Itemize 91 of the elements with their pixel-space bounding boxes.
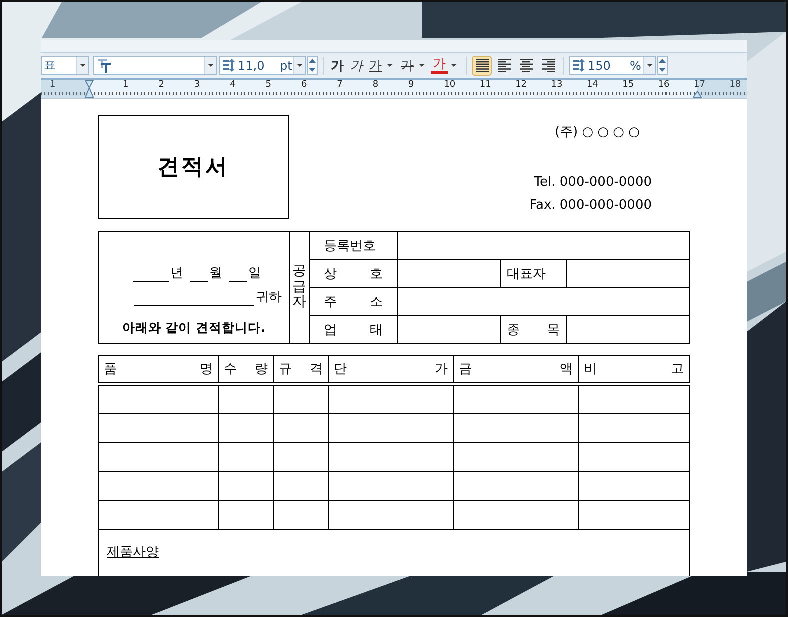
dropdown-button[interactable] (293, 57, 305, 74)
ruler-number: 9 (408, 80, 416, 91)
addressee-label: 귀하 (256, 289, 282, 306)
column-header: 수 량 (218, 356, 274, 384)
table-cell (274, 500, 328, 529)
line-height-icon (223, 59, 235, 72)
style-dropdown[interactable]: 표 (41, 56, 89, 75)
down-arrow-icon (309, 68, 316, 72)
ruler-number: 14 (586, 80, 600, 91)
caret-icon (387, 64, 393, 67)
format-button[interactable]: 가 (431, 58, 448, 74)
dropdown-button[interactable] (204, 57, 216, 74)
table-cell (218, 413, 274, 442)
table-cell (218, 500, 274, 529)
ruler-number: 15 (622, 80, 636, 91)
align-center-icon (520, 58, 532, 72)
column-header: 비 고 (578, 356, 690, 384)
ruler-number: 17 (694, 80, 706, 91)
align-justify-button[interactable] (472, 56, 492, 76)
font-size-field[interactable]: 11,0 pt (219, 56, 306, 75)
format-button[interactable]: 가 (329, 56, 346, 74)
caret-icon (451, 64, 457, 67)
caret-icon (296, 64, 302, 67)
line-spacing-field[interactable]: 150 % (569, 56, 656, 75)
table-cell (218, 442, 274, 471)
table-cell (274, 442, 328, 471)
table-cell: 종 목 (500, 316, 566, 344)
unit-label: % (630, 58, 642, 72)
table-cell (274, 384, 328, 413)
ruler-number: 10 (444, 80, 457, 91)
format-button[interactable]: 가 (348, 56, 365, 74)
ruler-number: 6 (301, 80, 308, 91)
column-header: 단 가 (328, 356, 454, 384)
format-button[interactable]: 가 (367, 56, 384, 74)
up-arrow-icon (309, 59, 316, 64)
up-arrow-icon (659, 59, 666, 64)
table-cell: 업 태 (310, 316, 398, 344)
column-header: 금 액 (454, 356, 578, 384)
table-cell: 대표자 (500, 260, 566, 288)
ruler-number: 3 (194, 80, 202, 91)
align-right-icon (542, 58, 554, 72)
ruler-number: 11 (480, 80, 492, 91)
down-arrow-icon (659, 68, 666, 72)
combo-value: 150 (587, 58, 612, 72)
phone-text: Tel. 000-000-0000 (534, 174, 652, 192)
fax-text: Fax. 000-000-0000 (530, 197, 652, 215)
ruler-number: 4 (230, 80, 237, 91)
ruler-number: 1 (123, 80, 130, 91)
format-button[interactable]: 가 (399, 56, 416, 74)
unit-label: pt (280, 58, 293, 72)
align-left-icon (498, 58, 510, 72)
column-header: 품 명 (98, 356, 218, 384)
date-label: 일 (248, 265, 262, 282)
caret-icon (419, 64, 425, 67)
ruler-number: 7 (337, 80, 344, 91)
spinner[interactable] (657, 56, 668, 75)
ruler-number: 16 (658, 80, 671, 91)
date-label: 년 (170, 265, 184, 282)
date-label: 월 (210, 265, 222, 282)
document-title: 견적서 (158, 154, 230, 182)
dropdown-button[interactable] (643, 57, 655, 74)
ruler-number: 2 (158, 80, 166, 91)
font-icon (98, 58, 112, 72)
indent-marker-icon (85, 80, 94, 98)
combo-value: 표 (43, 57, 57, 74)
caret-icon (80, 64, 86, 67)
spinner[interactable] (307, 56, 318, 75)
statement-text: 아래와 같이 견적합니다. (121, 320, 267, 337)
table-cell: 주 소 (310, 288, 398, 316)
table-cell (218, 471, 274, 500)
caret-icon (646, 64, 652, 67)
combo-value: 11,0 (237, 58, 266, 72)
table-cell (274, 413, 328, 442)
column-header: 규 격 (274, 356, 328, 384)
caret-icon (208, 64, 214, 67)
line-spacing-icon (573, 59, 585, 72)
table-cell (274, 471, 328, 500)
ruler-number: 1 (50, 80, 57, 91)
table-cell: 상 호 (310, 260, 398, 288)
ruler-number: 13 (551, 80, 564, 91)
ruler-number: 8 (372, 80, 380, 91)
company-name: (주) ○ ○ ○ ○ (554, 124, 640, 141)
notes-label: 제품사양 (107, 544, 159, 560)
ruler-number: 18 (730, 80, 742, 91)
supplier-heading: 공급자 (292, 264, 306, 311)
ruler-number: 5 (266, 80, 272, 91)
table-cell (218, 384, 274, 413)
dropdown-button[interactable] (76, 57, 88, 74)
align-justify-icon (476, 58, 488, 72)
ruler-number: 12 (516, 80, 528, 91)
table-cell: 등록번호 (310, 232, 398, 260)
